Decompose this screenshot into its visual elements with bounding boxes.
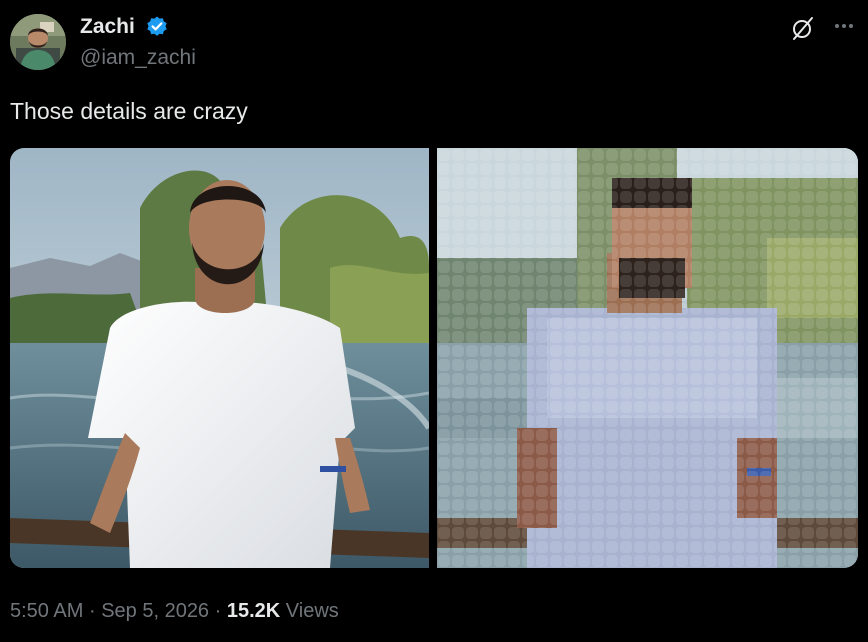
meta-separator: ·: [88, 600, 96, 622]
original-photo-image: [10, 148, 429, 568]
avatar-image: [10, 14, 66, 70]
tweet-time[interactable]: 5:50 AM: [10, 600, 83, 622]
author-handle[interactable]: @iam_zachi: [80, 46, 196, 70]
tweet-text: Those details are crazy: [10, 98, 248, 124]
views-count: 15.2K: [226, 600, 281, 622]
pixelated-photo[interactable]: [437, 148, 858, 568]
tweet-meta: 5:50 AM · Sep 5, 2026 · 15.2K Views: [10, 598, 339, 624]
pixelated-photo-image: [437, 148, 858, 568]
author-display-name[interactable]: Zachi: [80, 14, 135, 40]
views-label: Views: [285, 600, 339, 622]
original-photo[interactable]: [10, 148, 429, 568]
avatar[interactable]: [10, 14, 66, 70]
grok-icon[interactable]: [790, 15, 816, 41]
more-options-icon[interactable]: [830, 14, 858, 40]
verified-badge-icon: [145, 15, 169, 39]
media-grid: [10, 148, 858, 568]
meta-separator: ·: [214, 600, 222, 622]
tweet-date[interactable]: Sep 5, 2026: [101, 600, 209, 622]
